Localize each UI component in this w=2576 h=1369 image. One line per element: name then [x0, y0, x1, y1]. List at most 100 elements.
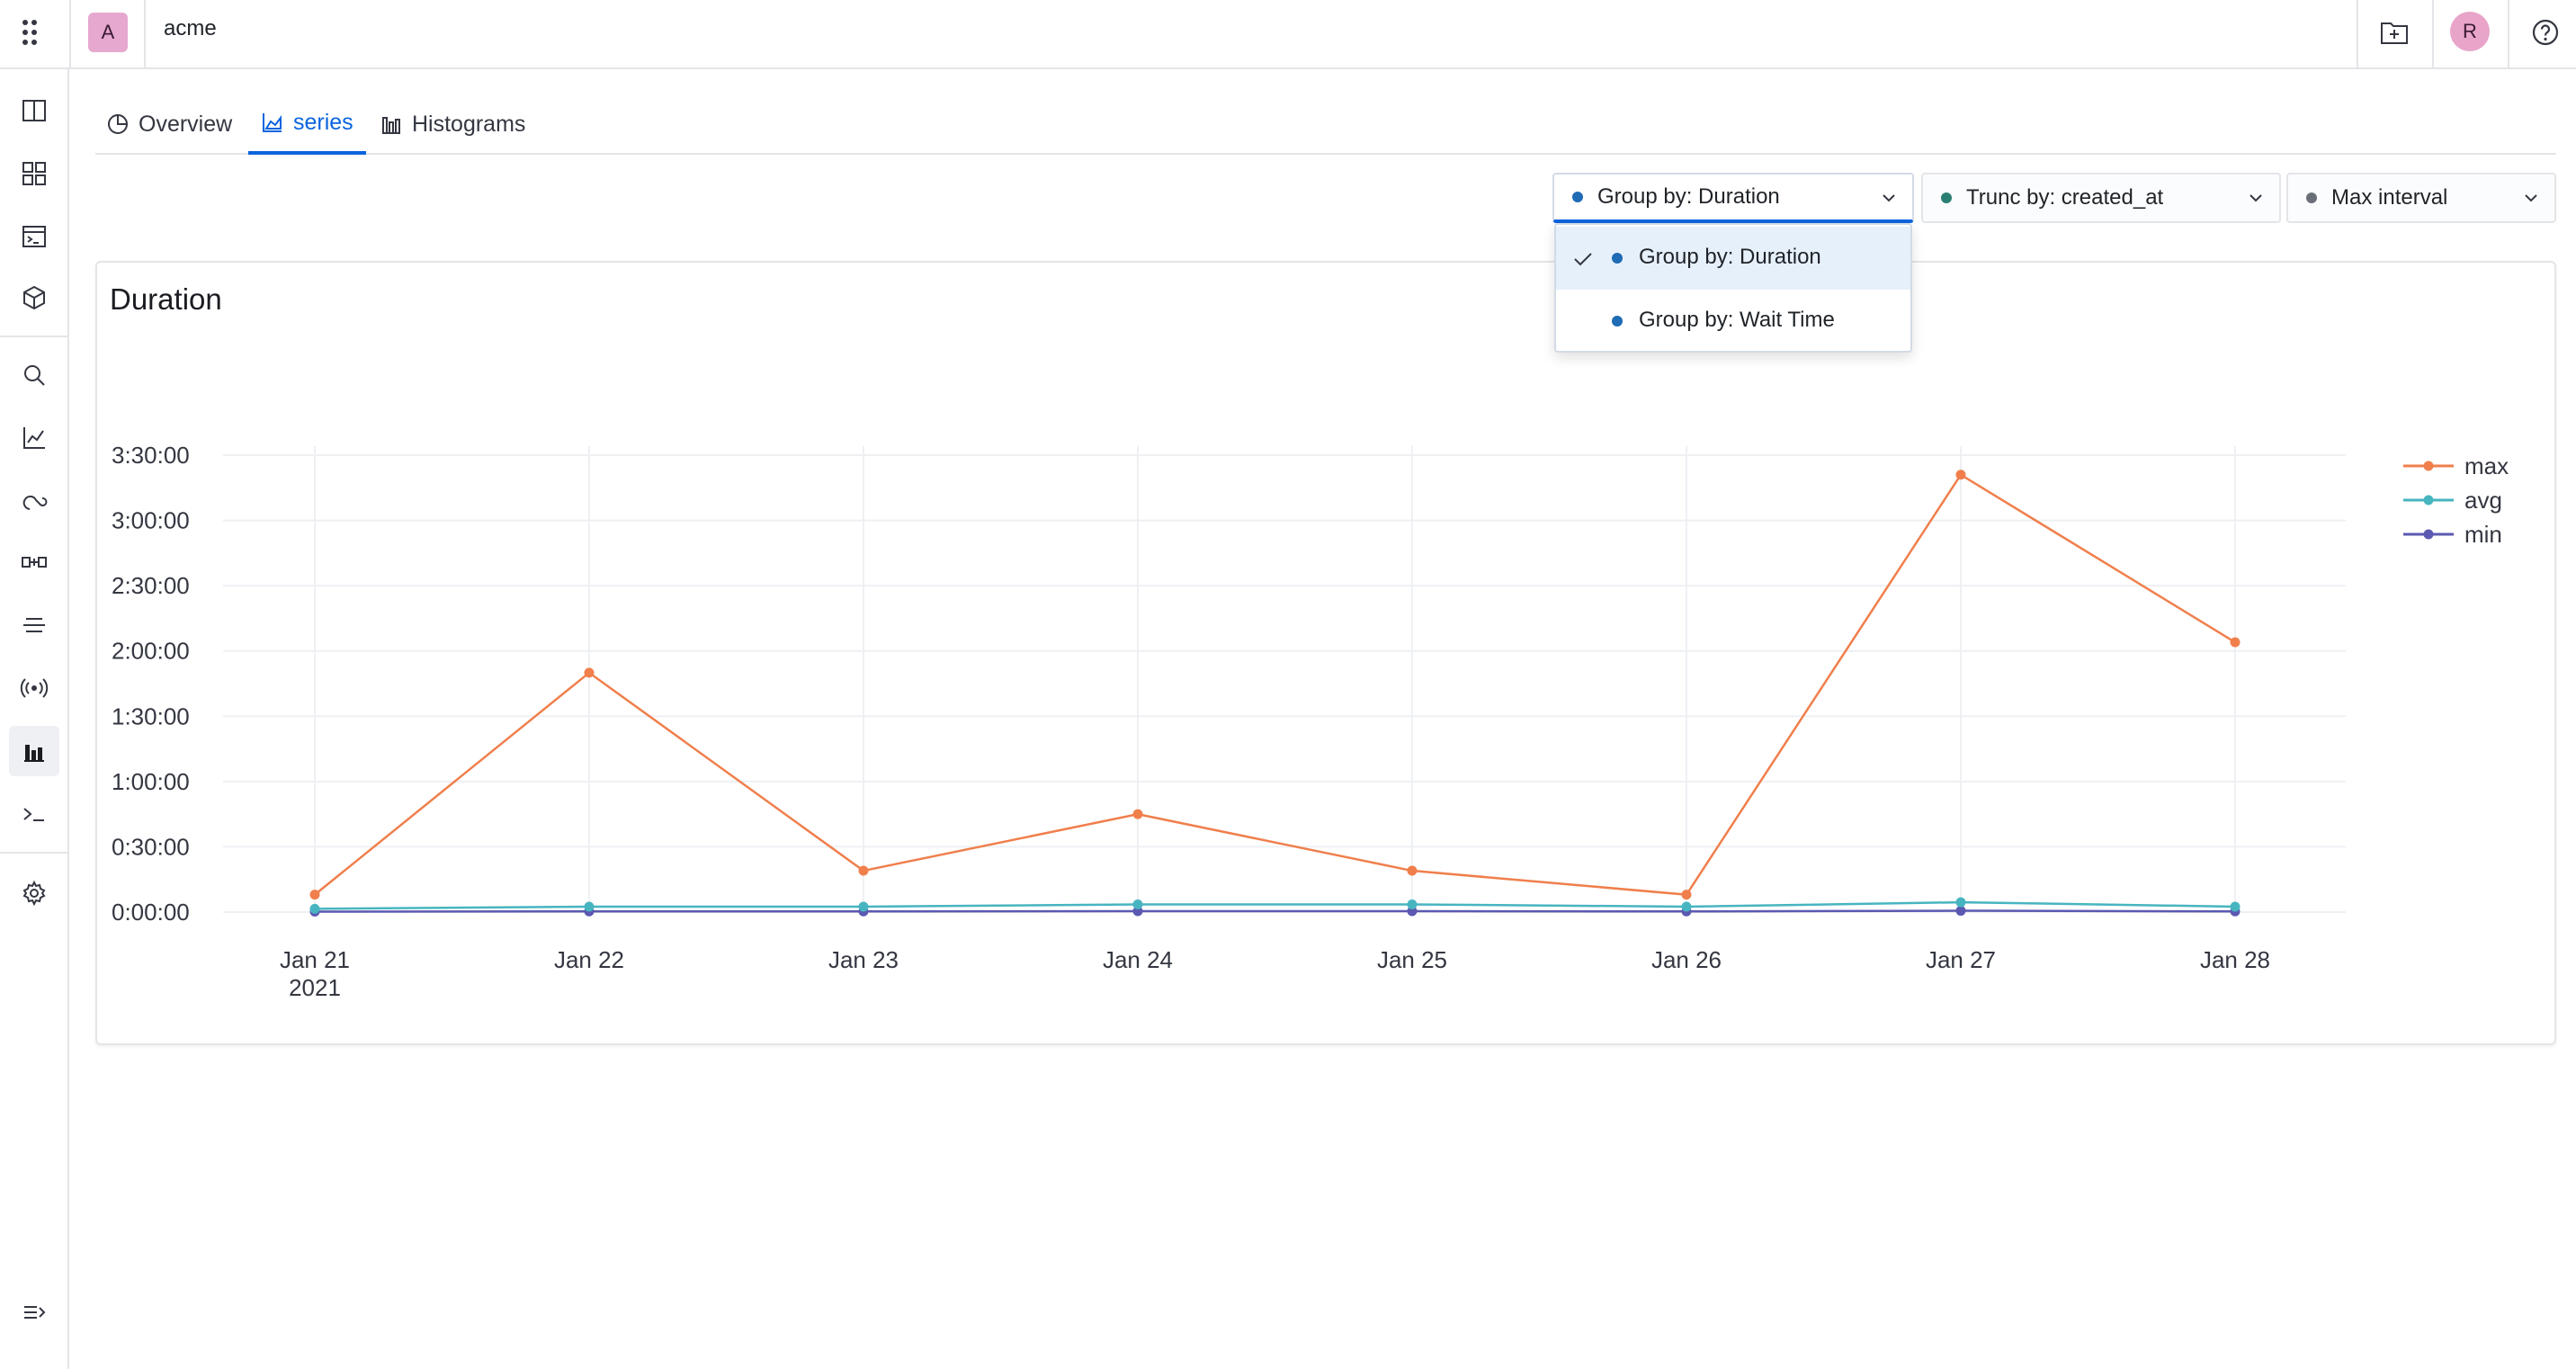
- line-chart: 0:00:00 0:30:00 1:00:00 1:30:00 2:00:00 2:30:…: [112, 442, 2509, 1001]
- search-icon: [24, 365, 45, 386]
- org-name[interactable]: acme: [164, 16, 217, 41]
- dropdown-option-duration[interactable]: Group by: Duration: [1556, 227, 1910, 290]
- apps-icon: [22, 20, 37, 45]
- data-point-avg: [2230, 901, 2241, 912]
- chart-icon: [23, 427, 45, 449]
- x-tick-label: Jan 25: [1377, 946, 1447, 973]
- nav-item-charts[interactable]: [9, 413, 59, 463]
- data-point-avg: [858, 901, 869, 912]
- org-avatar[interactable]: A: [88, 13, 128, 52]
- dashboard-icon: [22, 162, 46, 185]
- status-dot: [1941, 192, 1952, 203]
- nav-item-dashboards[interactable]: [9, 148, 59, 199]
- x-tick-label: Jan 22: [554, 946, 624, 973]
- y-tick-label: 1:30:00: [112, 702, 190, 729]
- data-point-max: [1681, 890, 1692, 900]
- filter-lines-icon: [23, 618, 45, 632]
- data-point-max: [309, 890, 320, 900]
- data-point-min: [1955, 906, 1966, 917]
- collapse-nav-button[interactable]: [9, 1287, 59, 1338]
- data-point-avg: [584, 901, 595, 912]
- nav-item-streams[interactable]: [9, 663, 59, 713]
- legend-marker-max: [2423, 461, 2434, 471]
- tab-label: Overview: [139, 111, 233, 137]
- nav-item-search[interactable]: [9, 350, 59, 400]
- help-icon: [2532, 19, 2559, 46]
- x-tick-year-label: 2021: [289, 974, 341, 1001]
- tab-series[interactable]: series: [248, 94, 366, 155]
- legend-label-max: max: [2464, 452, 2509, 479]
- group-by-dropdown: Group by: Duration Group by: Wait Time: [1554, 223, 1912, 353]
- dropdown-option-wait-time[interactable]: Group by: Wait Time: [1556, 290, 1910, 353]
- chevron-down-icon: [2250, 194, 2262, 202]
- nav-item-settings[interactable]: [9, 868, 59, 918]
- pie-chart-icon: [108, 114, 128, 134]
- pipeline-icon: [22, 557, 47, 568]
- nav-item-console[interactable]: [9, 211, 59, 262]
- status-dot: [1572, 192, 1583, 202]
- folder-plus-icon: [2381, 22, 2408, 44]
- interval-value: Max interval: [2331, 185, 2448, 210]
- legend-label-avg: avg: [2464, 487, 2502, 514]
- x-tick-label: Jan 24: [1103, 946, 1173, 973]
- user-avatar[interactable]: R: [2450, 12, 2490, 51]
- chart-panel: Duration 0:00:00 0:30:00 1:00:00 1:30:00 2:0…: [95, 261, 2556, 1045]
- divider: [2357, 0, 2358, 69]
- divider: [0, 336, 69, 337]
- chevron-down-icon: [2525, 194, 2537, 202]
- trunc-by-select[interactable]: Trunc by: created_at: [1921, 173, 2281, 223]
- check-icon: [1574, 253, 1592, 266]
- new-folder-button[interactable]: [2375, 13, 2414, 52]
- series-line-min: [314, 909, 2236, 913]
- data-point-max: [1132, 809, 1143, 819]
- nav-item-hooks[interactable]: [9, 476, 59, 526]
- nav-item-packages[interactable]: [9, 273, 59, 323]
- tab-label: Histograms: [412, 111, 526, 137]
- book-icon: [22, 100, 46, 121]
- data-point-avg: [1681, 901, 1692, 912]
- collapse-icon: [24, 1306, 46, 1319]
- x-tick-label: Jan 23: [828, 946, 899, 973]
- x-tick-label: Jan 28: [2200, 946, 2270, 973]
- tab-overview[interactable]: Overview: [106, 94, 232, 155]
- top-bar: A acme R: [0, 0, 2576, 69]
- y-tick-label: 1:00:00: [112, 768, 190, 795]
- terminal-icon: [23, 808, 44, 821]
- area-chart-icon: [263, 113, 282, 132]
- data-point-max: [1955, 470, 1966, 480]
- hook-icon: [22, 496, 48, 510]
- help-button[interactable]: [2526, 13, 2565, 52]
- tab-histograms[interactable]: Histograms: [380, 94, 525, 155]
- data-point-avg: [1955, 897, 1966, 908]
- interval-select[interactable]: Max interval: [2286, 173, 2556, 223]
- status-dot: [1612, 253, 1623, 264]
- data-point-max: [858, 865, 869, 876]
- legend-label-min: min: [2464, 521, 2502, 548]
- legend-marker-avg: [2423, 495, 2434, 506]
- y-tick-label: 3:00:00: [112, 507, 190, 534]
- status-dot: [1612, 316, 1623, 327]
- apps-menu-button[interactable]: [13, 14, 49, 50]
- data-point-avg: [309, 903, 320, 914]
- series-line-max: [314, 473, 2236, 896]
- divider: [69, 0, 71, 69]
- nav-item-terminal[interactable]: [9, 789, 59, 839]
- nav-item-histograms[interactable]: [9, 726, 59, 776]
- status-dot: [2306, 192, 2317, 203]
- group-by-value: Group by: Duration: [1597, 184, 1780, 209]
- legend-marker-min: [2423, 529, 2434, 540]
- y-tick-label: 2:30:00: [112, 572, 190, 599]
- side-navigation: [0, 69, 69, 1369]
- option-label: Group by: Wait Time: [1639, 308, 1835, 332]
- y-tick-label: 0:00:00: [112, 899, 190, 926]
- divider: [0, 852, 69, 854]
- data-point-max: [2230, 637, 2241, 648]
- nav-item-pipelines[interactable]: [9, 537, 59, 587]
- nav-item-filters[interactable]: [9, 600, 59, 650]
- nav-item-book[interactable]: [9, 85, 59, 136]
- data-point-max: [584, 667, 595, 678]
- chevron-down-icon: [1883, 194, 1895, 202]
- package-icon: [23, 285, 45, 310]
- group-by-select[interactable]: Group by: Duration: [1552, 173, 1914, 223]
- y-tick-label: 3:30:00: [112, 442, 190, 469]
